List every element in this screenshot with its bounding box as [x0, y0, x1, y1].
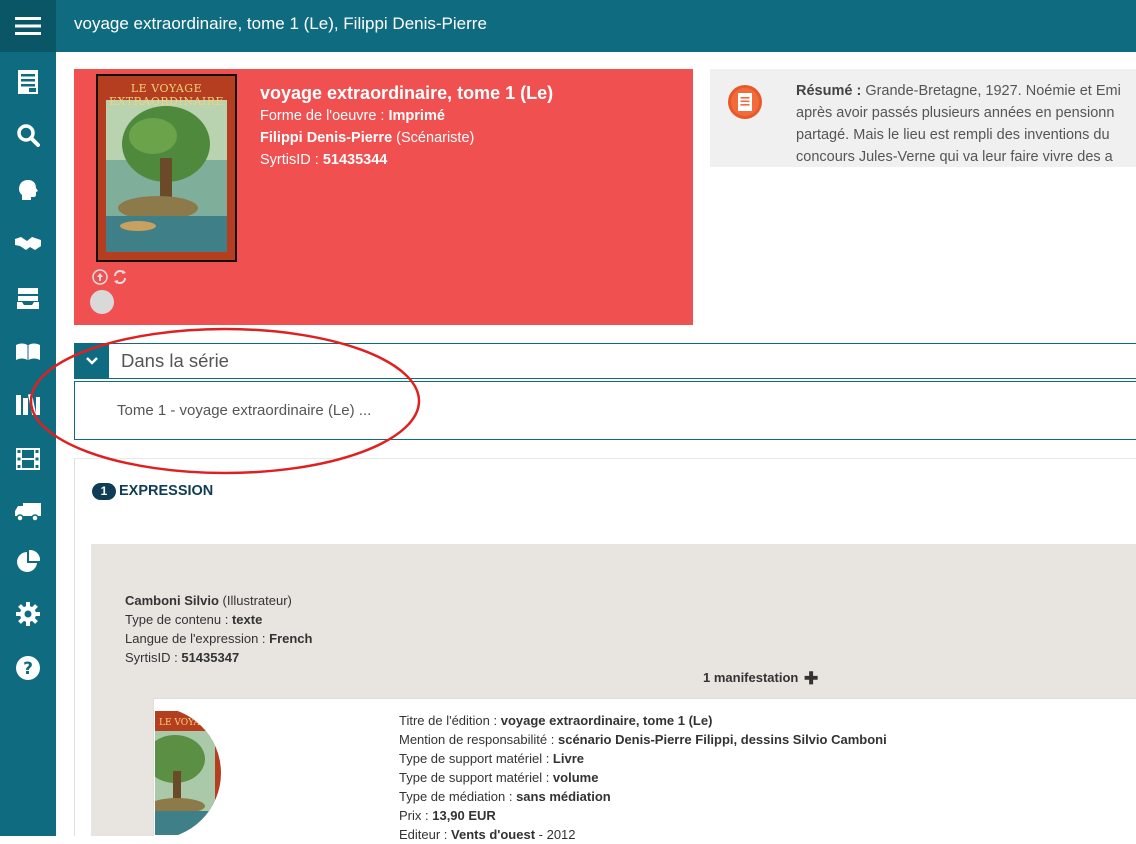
page-title: voyage extraordinaire, tome 1 (Le), Fili… [74, 14, 487, 33]
expression-count-badge: 1 [92, 483, 116, 500]
price-value: 13,90 EUR [432, 808, 496, 823]
support-type-value: Livre [552, 751, 584, 766]
contributor-role: (Illustrateur) [218, 593, 292, 608]
responsibility-label: Mention de responsabilité : [399, 732, 558, 747]
summary-line-text: Grande-Bretagne, 1927. Noémie et Emi [865, 83, 1121, 99]
books-shelf-icon[interactable] [0, 384, 56, 424]
inbox-stack-icon[interactable] [0, 278, 56, 318]
content-type: Type de contenu : texte [125, 610, 312, 629]
sidebar: ? [0, 52, 56, 836]
price: Prix : 13,90 EUR [399, 806, 887, 825]
publisher-value[interactable]: Vents d'ouest [451, 827, 535, 842]
edition-title-label: Titre de l'édition : [399, 713, 501, 728]
publisher-year: - 2012 [535, 827, 576, 842]
series-item-link[interactable]: Tome 1 - voyage extraordinaire (Le) ... [117, 402, 371, 419]
upload-icon[interactable] [92, 269, 108, 290]
responsibility-value: scénario Denis-Pierre Filippi, dessins S… [557, 732, 887, 747]
open-book-icon[interactable] [0, 332, 56, 372]
top-bar: voyage extraordinaire, tome 1 (Le), Fili… [0, 0, 1136, 52]
language-value: French [269, 631, 313, 646]
help-icon[interactable]: ? [0, 648, 56, 688]
price-label: Prix : [399, 808, 433, 823]
syrtis-id: SyrtisID : 51435344 [260, 149, 553, 171]
author-name[interactable]: Filippi Denis-Pierre [260, 130, 392, 146]
author: Filippi Denis-Pierre (Scénariste) [260, 127, 553, 149]
expression-syrtis-value: 51435347 [181, 650, 240, 665]
record-details: voyage extraordinaire, tome 1 (Le) Forme… [260, 82, 553, 171]
pie-chart-icon[interactable] [0, 542, 56, 582]
handshake-icon[interactable] [0, 224, 56, 264]
series-heading: Dans la série [121, 350, 229, 371]
record-actions [92, 269, 152, 289]
expression-syrtis-label: SyrtisID : [125, 650, 182, 665]
cover-title: LE VOYAGE EXTRAORDINAIRE [108, 82, 225, 108]
summary-line: concours Jules-Verne qui va leur faire v… [796, 149, 1113, 165]
contributor-name[interactable]: Camboni Silvio [125, 593, 219, 608]
work-form: Forme de l'oeuvre : Imprimé [260, 105, 553, 127]
syrtis-id-label: SyrtisID : [260, 152, 323, 168]
gear-icon[interactable] [0, 594, 56, 634]
support-type: Type de support matériel : Livre [399, 749, 887, 768]
head-profile-icon[interactable] [0, 170, 56, 210]
support-type-label: Type de support matériel : [399, 770, 553, 785]
summary-panel: Résumé : Grande-Bretagne, 1927. Noémie e… [710, 69, 1136, 167]
document-list-icon[interactable] [0, 62, 56, 102]
chevron-down-icon[interactable] [75, 344, 109, 378]
record-card: LE VOYAGE EXTRAORDINAIRE voyage extraord… [74, 69, 693, 325]
mediation-type-label: Type de médiation : [399, 789, 517, 804]
support-type: Type de support matériel : volume [399, 768, 887, 787]
contributor: Camboni Silvio (Illustrateur) [125, 591, 312, 610]
expression-syrtis-id: SyrtisID : 51435347 [125, 648, 312, 667]
summary-line: Résumé : Grande-Bretagne, 1927. Noémie e… [796, 80, 1136, 102]
manifestation-toggle[interactable]: 1 manifestation ✚ [703, 669, 818, 689]
content-type-value: texte [231, 612, 263, 627]
mediation-type: Type de médiation : sans médiation [399, 787, 887, 806]
summary-label: Résumé : [796, 83, 866, 99]
syrtis-id-value: 51435344 [322, 152, 388, 168]
content-type-label: Type de contenu : [125, 612, 232, 627]
manifestation-count: 1 manifestation [703, 670, 799, 685]
manifestation-details: Titre de l'édition : voyage extraordinai… [399, 711, 887, 844]
record-title: voyage extraordinaire, tome 1 (Le) [260, 83, 554, 103]
summary-text: Résumé : Grande-Bretagne, 1927. Noémie e… [796, 80, 1136, 167]
manifestation-cover-image[interactable]: LE VOYAGE EXTRAORDINAIRE [155, 711, 221, 835]
svg-text:?: ? [23, 659, 33, 679]
edition-title-value: voyage extraordinaire, tome 1 (Le) [500, 713, 713, 728]
truck-icon[interactable] [0, 492, 56, 532]
series-panel-body: Tome 1 - voyage extraordinaire (Le) ... [74, 381, 1136, 440]
author-role: (Scénariste) [392, 130, 475, 146]
book-cover-image[interactable]: LE VOYAGE EXTRAORDINAIRE [96, 74, 237, 262]
sync-icon[interactable] [112, 269, 128, 290]
publisher-label: Editeur : [399, 827, 452, 842]
support-type-value: volume [552, 770, 599, 785]
mediation-type-value: sans médiation [516, 789, 611, 804]
language: Langue de l'expression : French [125, 629, 312, 648]
language-label: Langue de l'expression : [125, 631, 270, 646]
work-form-value: Imprimé [388, 108, 445, 124]
summary-line: après avoir passés plusieurs années en p… [796, 105, 1115, 121]
work-form-label: Forme de l'oeuvre : [260, 108, 389, 124]
edition-title: Titre de l'édition : voyage extraordinai… [399, 711, 887, 730]
summary-document-icon [728, 85, 762, 119]
search-icon[interactable] [0, 115, 56, 155]
responsibility: Mention de responsabilité : scénario Den… [399, 730, 887, 749]
summary-line: partagé. Mais le lieu est rempli des inv… [796, 127, 1110, 143]
publisher: Editeur : Vents d'ouest - 2012 [399, 825, 887, 844]
support-type-label: Type de support matériel : [399, 751, 553, 766]
series-panel-header[interactable]: Dans la série [74, 343, 1136, 379]
expression-heading: EXPRESSION [119, 483, 214, 499]
plus-icon[interactable]: ✚ [804, 669, 818, 689]
status-dot[interactable] [90, 290, 114, 314]
hamburger-menu-icon[interactable] [0, 0, 56, 52]
film-icon[interactable] [0, 439, 56, 479]
expression-details: Camboni Silvio (Illustrateur) Type de co… [125, 591, 312, 667]
manifestation-cover-title: LE VOYAGE EXTRAORDINAIRE [159, 718, 221, 728]
